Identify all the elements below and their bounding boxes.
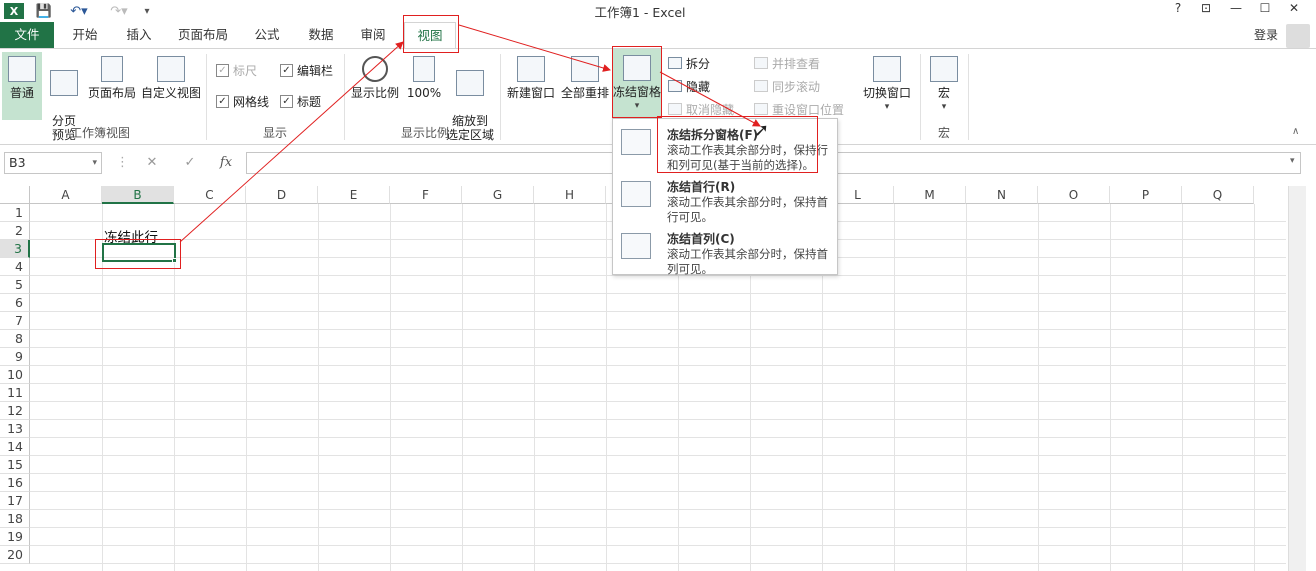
arrow-view-to-freeze (458, 24, 611, 72)
annotation-arrows (179, 24, 761, 243)
arrow-freeze-to-option (659, 71, 761, 127)
arrow-cell-to-view (179, 41, 404, 243)
